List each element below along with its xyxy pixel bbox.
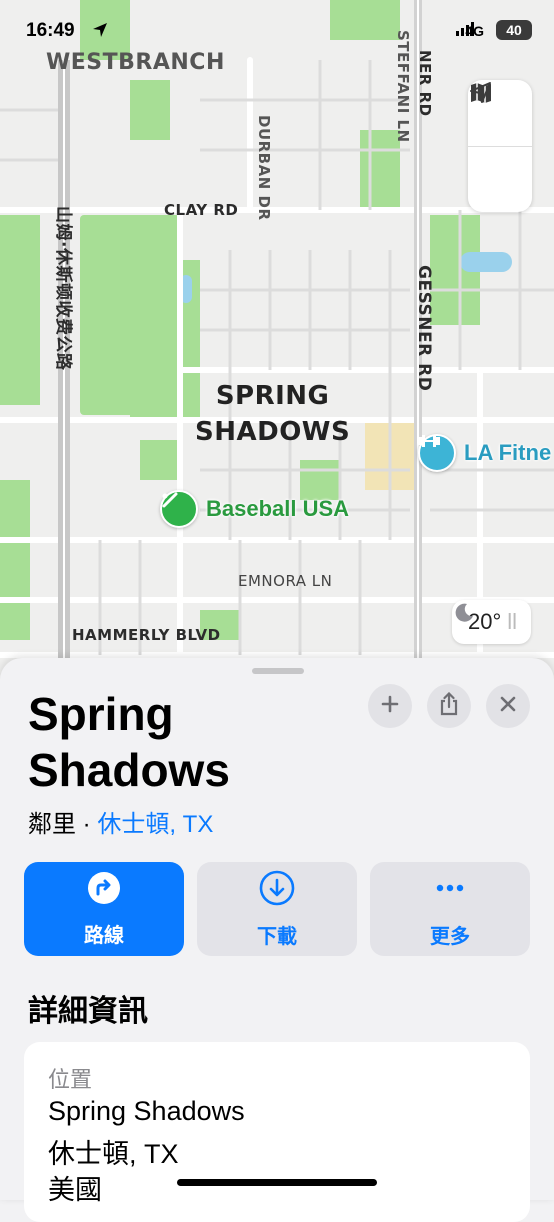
street-label-emnora-ln: EMNORA LN [238, 572, 333, 590]
directions-label: 路線 [84, 924, 124, 947]
network-type: 4G [465, 23, 484, 39]
baseball-icon [160, 490, 198, 528]
neighborhood-label: SPRING SHADOWS [195, 381, 351, 447]
poi-la-fitness[interactable]: LA Fitne [418, 434, 551, 472]
status-time: 16:49 [26, 20, 75, 41]
download-icon [259, 870, 295, 912]
more-label: 更多 [430, 925, 470, 948]
map-view[interactable]: WESTBRANCH CLAY RD DURBAN DR STEFFANI LN… [0, 0, 554, 700]
weather-badge[interactable]: 20° ll [452, 600, 532, 644]
close-button[interactable] [486, 684, 530, 728]
street-label-durban-dr: DURBAN DR [255, 115, 273, 221]
place-type: 鄰里 [28, 811, 76, 838]
home-indicator[interactable] [177, 1179, 377, 1186]
details-heading: 詳細資訊 [28, 995, 148, 1028]
ellipsis-icon [432, 870, 468, 912]
place-subtitle: 鄰里 · 休士頓, TX [28, 804, 213, 839]
directions-button[interactable]: 路線 [24, 862, 184, 956]
sheet-grabber[interactable] [252, 668, 304, 674]
map-controls [468, 80, 532, 212]
subtitle-separator: · [76, 811, 98, 838]
plus-icon [380, 694, 400, 719]
close-icon [499, 695, 517, 718]
dumbbell-icon [418, 434, 456, 472]
battery-indicator: 40 [496, 20, 532, 40]
location-label: 位置 [48, 1067, 93, 1092]
status-bar: 16:49 4G 40 [0, 0, 554, 60]
poi-label: Baseball USA [206, 496, 350, 521]
more-button[interactable]: 更多 [370, 862, 530, 956]
download-button[interactable]: 下載 [197, 862, 357, 956]
locate-me-button[interactable] [468, 82, 532, 213]
address-line-3: 美國 [48, 1175, 102, 1205]
street-label-gessner-rd: GESSNER RD [414, 265, 434, 392]
city-link[interactable]: 休士頓, TX [97, 811, 213, 838]
street-label-clay-rd: CLAY RD [164, 201, 239, 219]
share-button[interactable] [427, 684, 471, 728]
street-label-tollway: 山姆·休斯顿收费公路 [53, 206, 73, 371]
place-sheet: Spring Shadows 鄰里 · 休士頓, TX 路線 下載 更多 詳細資… [0, 658, 554, 1222]
download-label: 下載 [257, 925, 297, 948]
add-button[interactable] [368, 684, 412, 728]
address-line-1: Spring Shadows [48, 1096, 245, 1126]
address-line-2: 休士頓, TX [48, 1139, 179, 1169]
street-label-hammerly-blvd: HAMMERLY BLVD [72, 626, 221, 644]
poi-baseball-usa[interactable]: Baseball USA [160, 490, 349, 528]
place-title: Spring Shadows [28, 688, 230, 796]
weather-extra: ll [507, 609, 518, 634]
share-icon [438, 691, 460, 721]
location-card[interactable]: 位置 Spring Shadows 休士頓, TX 美國 [24, 1042, 530, 1222]
poi-label: LA Fitne [464, 440, 552, 465]
directions-icon [87, 871, 121, 911]
